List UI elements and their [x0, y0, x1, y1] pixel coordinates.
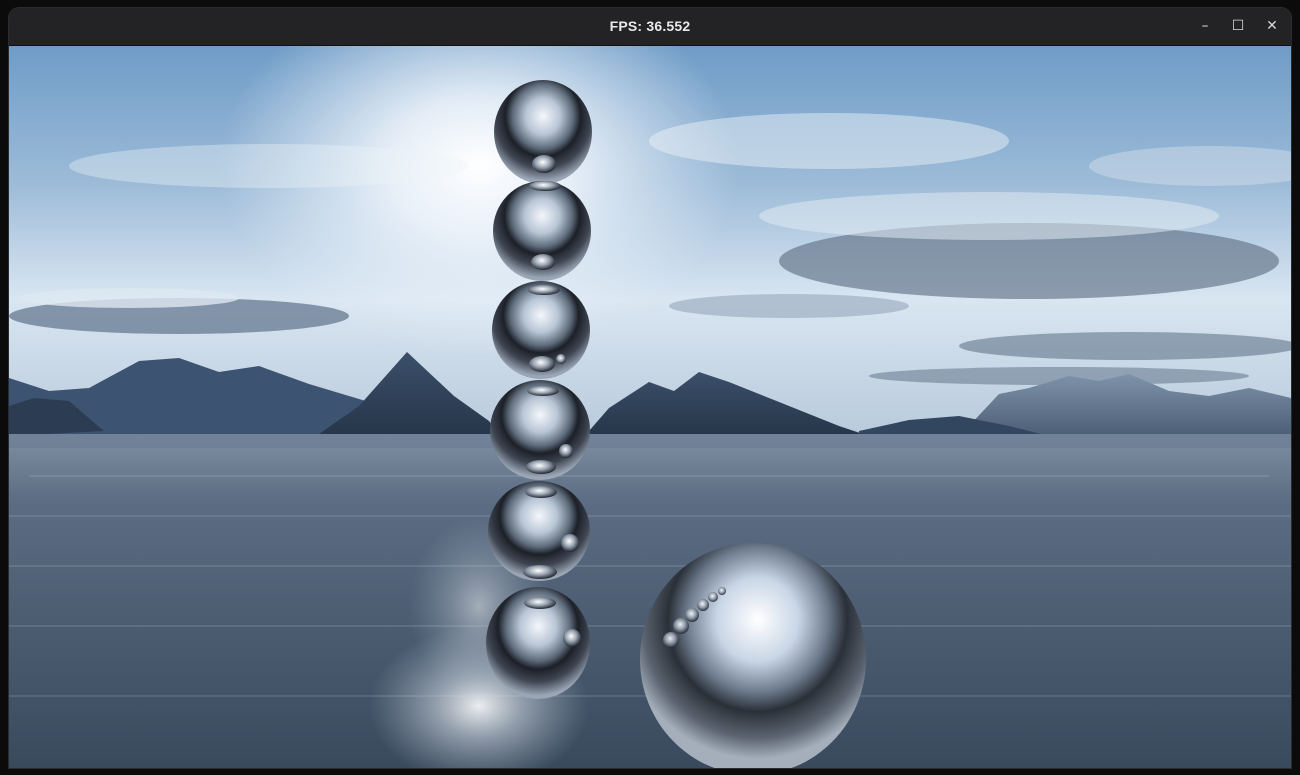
- minimize-button[interactable]: –: [1193, 14, 1217, 38]
- maximize-button[interactable]: ☐: [1226, 14, 1250, 38]
- maximize-icon: ☐: [1231, 18, 1245, 34]
- close-button[interactable]: ✕: [1260, 14, 1284, 38]
- minimize-icon: –: [1201, 18, 1209, 34]
- close-icon: ✕: [1266, 18, 1278, 34]
- lake-water: [9, 434, 1291, 768]
- large-sphere: [640, 543, 866, 768]
- window-title: FPS: 36.552: [609, 18, 691, 34]
- title-bar[interactable]: FPS: 36.552 – ☐ ✕: [9, 8, 1291, 46]
- scene-canvas: [9, 46, 1291, 768]
- app-window: FPS: 36.552 – ☐ ✕: [9, 8, 1291, 768]
- sphere-large: [640, 543, 866, 768]
- render-viewport[interactable]: [9, 46, 1291, 768]
